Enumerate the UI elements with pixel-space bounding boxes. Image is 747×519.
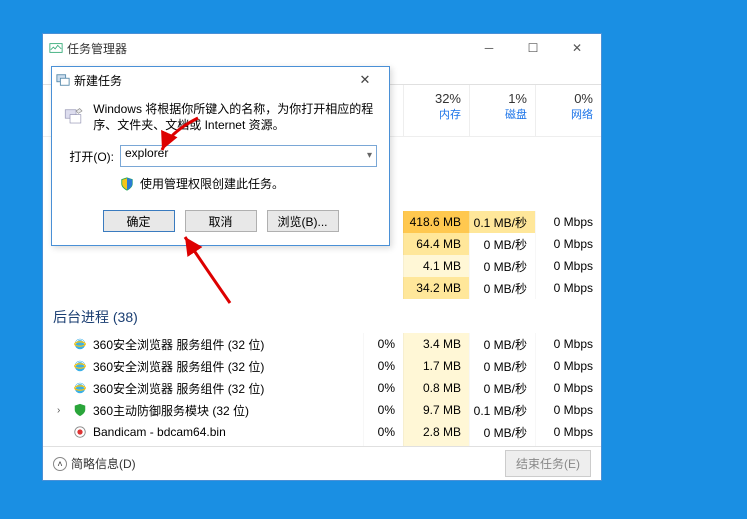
open-input[interactable]: explorer ▾ [120,145,377,167]
tm-footer: ˄ 简略信息(D) 结束任务(E) [43,446,601,480]
cell-memory: 1.7 MB [403,355,469,377]
cell-network: 0 Mbps [535,377,601,399]
simple-info-label: 简略信息(D) [71,455,136,472]
dlg-titlebar[interactable]: 新建任务 ✕ [52,67,389,93]
shield-icon [120,177,134,191]
run-icon [64,101,83,133]
tm-titlebar[interactable]: 任务管理器 ─ ☐ ✕ [43,34,601,62]
minimize-button[interactable]: ─ [467,34,511,62]
cell-disk: 0 MB/秒 [469,355,535,377]
cell-cpu: 0% [363,443,403,446]
process-row[interactable]: COM Surrogate0%1.1 MB0 MB/秒0 Mbps [43,443,601,446]
cell-network: 0 Mbps [535,399,601,421]
cell-network: 0 Mbps [535,333,601,355]
run-dialog-icon [56,73,70,87]
admin-label: 使用管理权限创建此任务。 [140,175,284,192]
cell-cpu: 0% [363,377,403,399]
process-row[interactable]: 360安全浏览器 服务组件 (32 位)0%0.8 MB0 MB/秒0 Mbps [43,377,601,399]
cell-network: 0 Mbps [535,421,601,443]
cell-disk: 0.1 MB/秒 [469,211,535,233]
dlg-description: Windows 将根据你所键入的名称，为你打开相应的程序、文件夹、文档或 Int… [93,101,377,133]
close-button[interactable]: ✕ [555,34,599,62]
task-manager-icon [49,41,63,55]
process-name: 360安全浏览器 服务组件 (32 位) [43,380,363,397]
section-background: 后台进程 (38) [53,307,138,327]
cell-network: 0 Mbps [535,233,601,255]
cancel-button[interactable]: 取消 [185,210,257,232]
cell-memory: 64.4 MB [403,233,469,255]
cell-memory: 9.7 MB [403,399,469,421]
process-name: 360安全浏览器 服务组件 (32 位) [43,358,363,375]
col-disk-label: 磁盘 [470,106,527,122]
cell-disk: 0 MB/秒 [469,377,535,399]
new-task-dialog: 新建任务 ✕ Windows 将根据你所键入的名称，为你打开相应的程序、文件夹、… [51,66,390,246]
col-disk-pct: 1% [470,91,527,106]
col-network-pct: 0% [536,91,593,106]
cell-memory: 2.8 MB [403,421,469,443]
cell-network: 0 Mbps [535,211,601,233]
tm-title: 任务管理器 [45,40,127,57]
cell-memory: 1.1 MB [403,443,469,446]
cell-memory: 418.6 MB [403,211,469,233]
browse-button[interactable]: 浏览(B)... [267,210,339,232]
cell-cpu: 0% [363,333,403,355]
cell-cpu: 0% [363,421,403,443]
ok-button[interactable]: 确定 [103,210,175,232]
cell-memory: 34.2 MB [403,277,469,299]
cell-network: 0 Mbps [535,277,601,299]
cell-memory: 4.1 MB [403,255,469,277]
end-task-button[interactable]: 结束任务(E) [505,450,591,477]
expand-icon[interactable]: › [57,405,60,416]
cell-memory: 3.4 MB [403,333,469,355]
cell-disk: 0 MB/秒 [469,421,535,443]
dropdown-icon[interactable]: ▾ [367,150,372,161]
col-network[interactable]: 0% 网络 [535,85,601,136]
dlg-title-text: 新建任务 [74,72,122,89]
process-row[interactable]: 4.1 MB0 MB/秒0 Mbps [43,255,601,277]
cell-network: 0 Mbps [535,355,601,377]
simple-info-link[interactable]: ˄ 简略信息(D) [53,455,136,472]
cell-disk: 0 MB/秒 [469,277,535,299]
open-label: 打开(O): [64,148,114,165]
tm-title-text: 任务管理器 [67,40,127,57]
cell-disk: 0 MB/秒 [469,255,535,277]
cell-memory: 0.8 MB [403,377,469,399]
process-row[interactable]: 360安全浏览器 服务组件 (32 位)0%1.7 MB0 MB/秒0 Mbps [43,355,601,377]
col-memory-label: 内存 [404,106,461,122]
dlg-close-button[interactable]: ✕ [345,72,385,88]
cell-cpu: 0% [363,399,403,421]
process-row[interactable]: 360安全浏览器 服务组件 (32 位)0%3.4 MB0 MB/秒0 Mbps [43,333,601,355]
open-input-value: explorer [125,146,168,160]
process-name: 360安全浏览器 服务组件 (32 位) [43,336,363,353]
cell-cpu: 0% [363,355,403,377]
col-memory-pct: 32% [404,91,461,106]
cell-disk: 0 MB/秒 [469,443,535,446]
cell-disk: 0 MB/秒 [469,333,535,355]
col-disk[interactable]: 1% 磁盘 [469,85,535,136]
chevron-up-icon: ˄ [53,457,67,471]
process-row[interactable]: ›360主动防御服务模块 (32 位)0%9.7 MB0.1 MB/秒0 Mbp… [43,399,601,421]
admin-checkbox-row[interactable]: 使用管理权限创建此任务。 [120,175,377,192]
cell-network: 0 Mbps [535,255,601,277]
cell-disk: 0 MB/秒 [469,233,535,255]
process-name: 360主动防御服务模块 (32 位) [43,402,363,419]
process-name: Bandicam - bdcam64.bin [43,425,363,439]
cell-disk: 0.1 MB/秒 [469,399,535,421]
cell-network: 0 Mbps [535,443,601,446]
maximize-button[interactable]: ☐ [511,34,555,62]
process-row[interactable]: 34.2 MB0 MB/秒0 Mbps [43,277,601,299]
col-memory[interactable]: 32% 内存 [403,85,469,136]
process-row[interactable]: Bandicam - bdcam64.bin 0%2.8 MB0 MB/秒0 Mb… [43,421,601,443]
col-network-label: 网络 [536,106,593,122]
